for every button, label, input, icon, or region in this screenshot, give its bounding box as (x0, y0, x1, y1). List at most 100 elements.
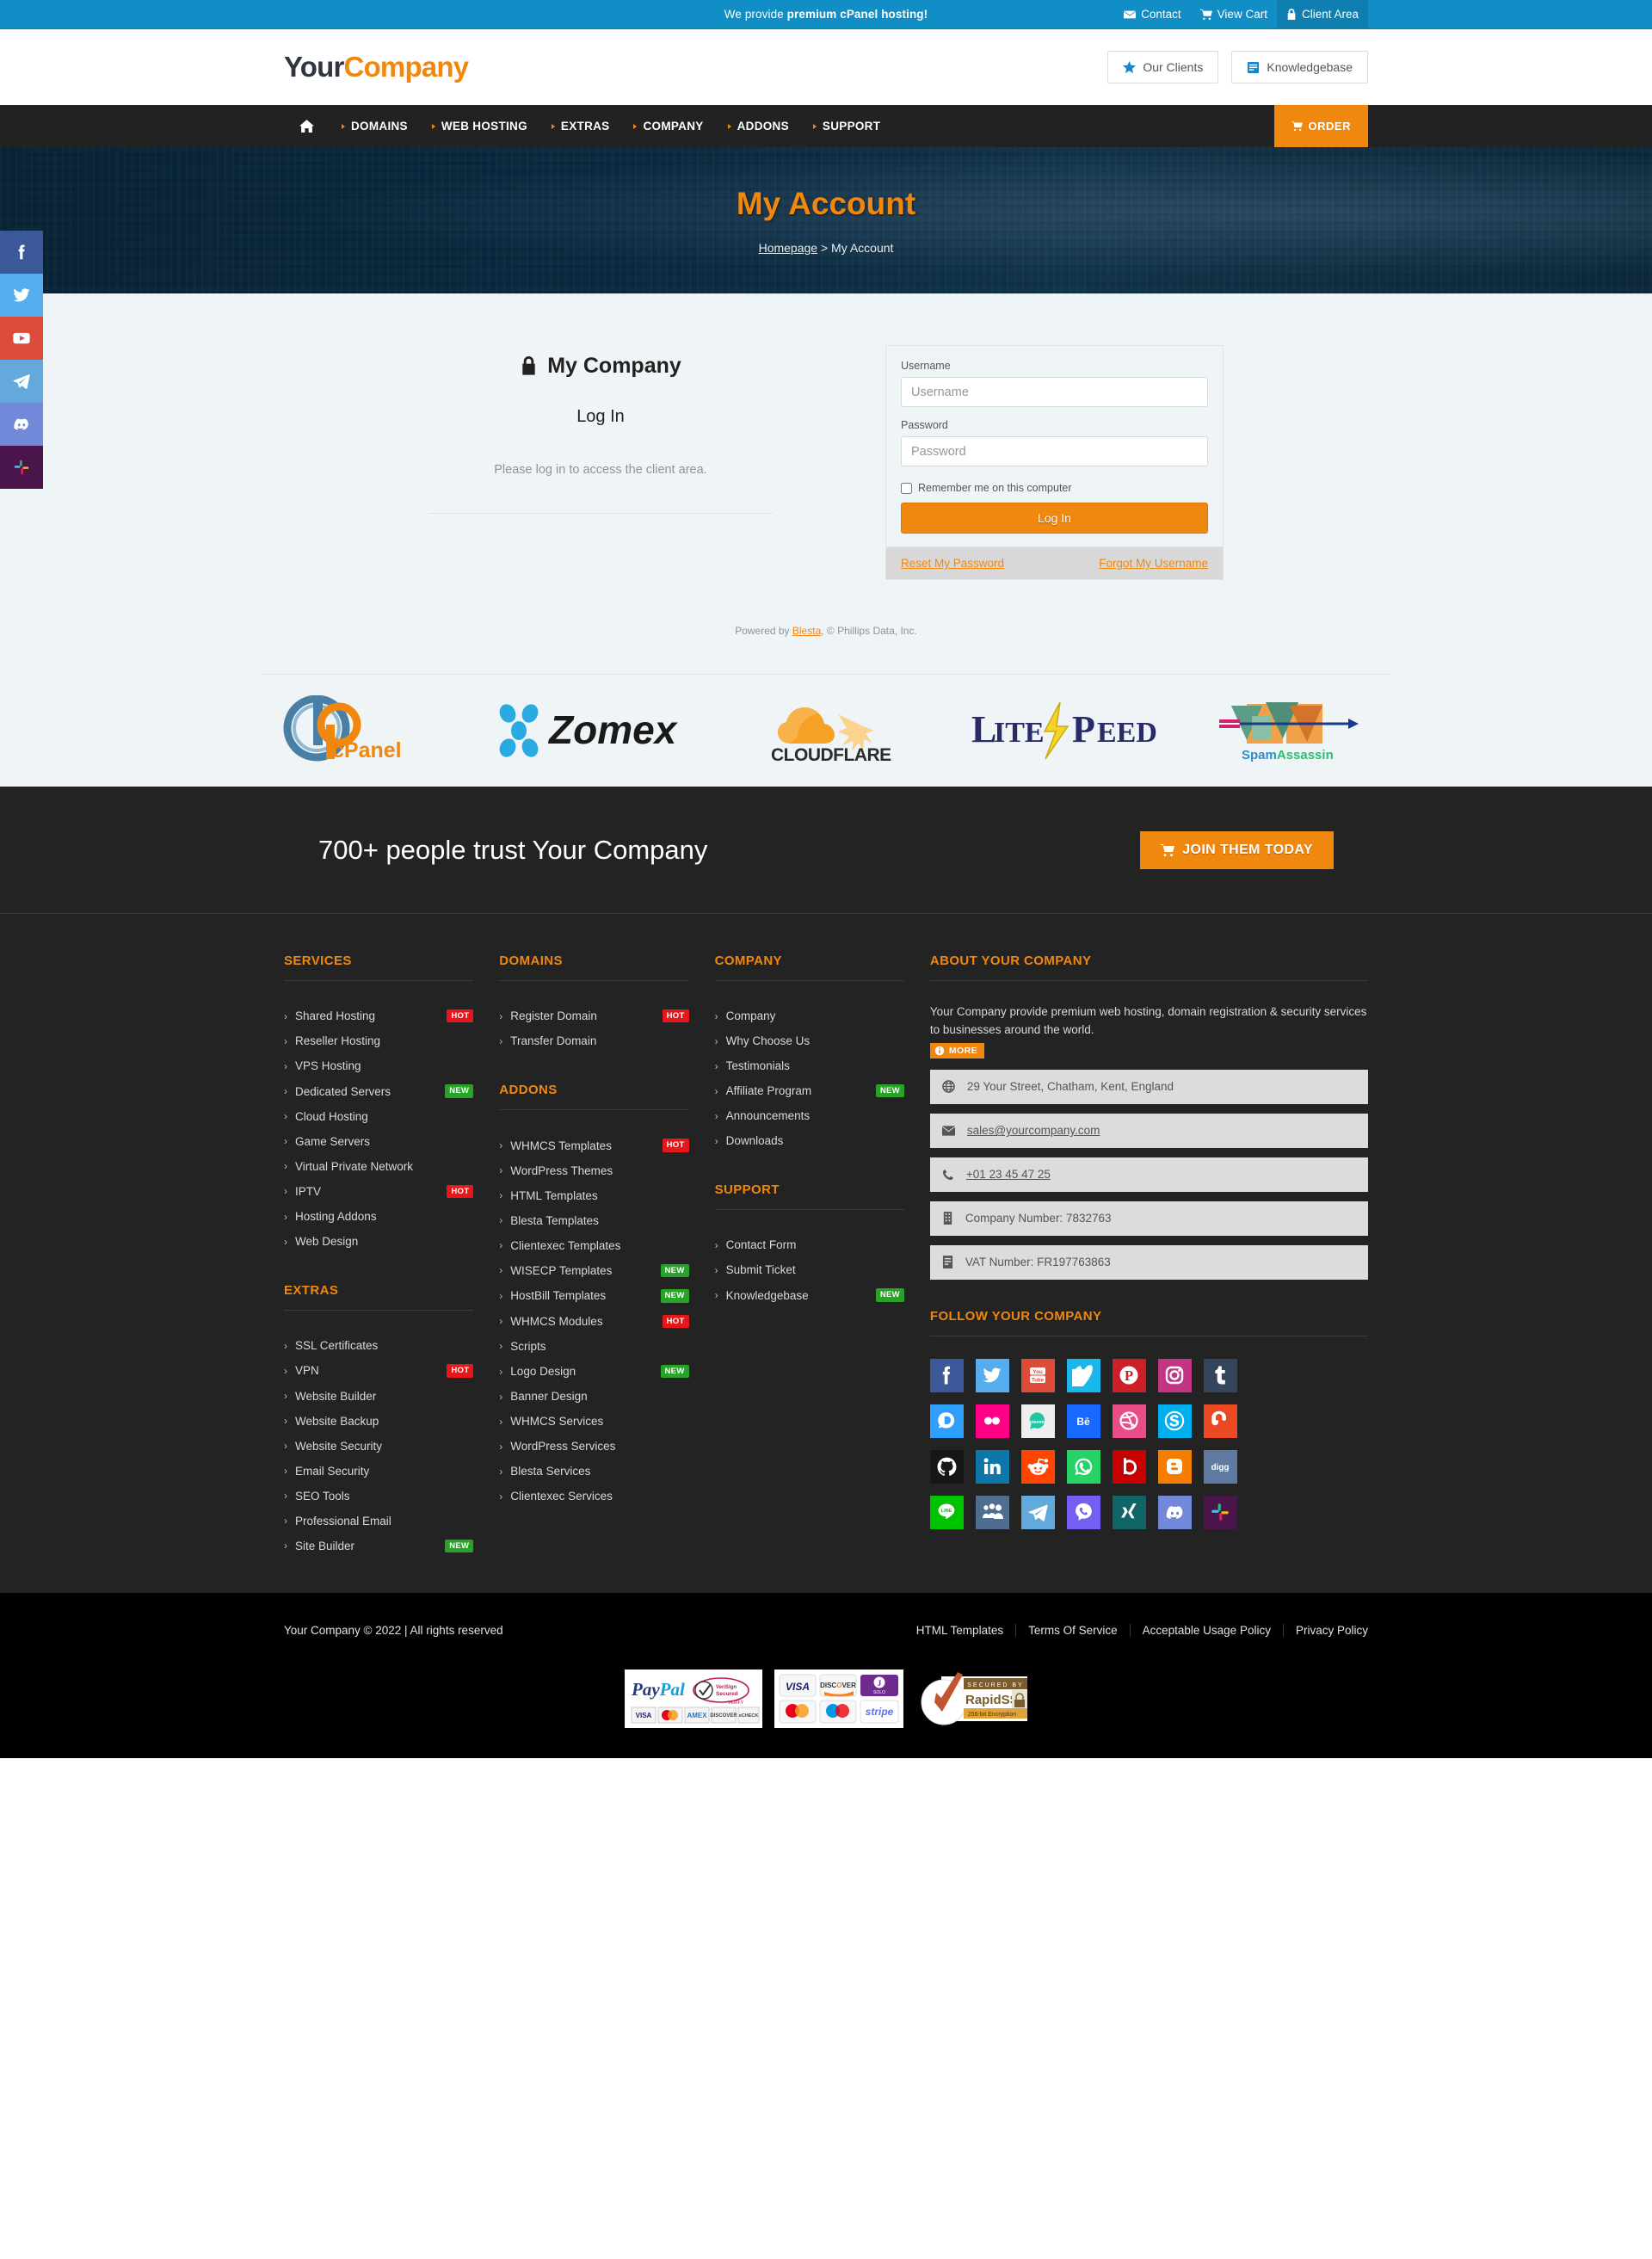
footer-link[interactable]: › Hosting Addons (284, 1204, 473, 1229)
footer-link[interactable]: › WISECP Templates NEW (499, 1258, 689, 1283)
rail-youtube-icon[interactable] (0, 317, 43, 360)
footer-link[interactable]: › WHMCS Modules HOT (499, 1309, 689, 1334)
password-input[interactable] (901, 436, 1208, 466)
rail-discord-icon[interactable] (0, 403, 43, 446)
footer-link[interactable]: › Website Backup (284, 1409, 473, 1434)
footer-link[interactable]: › Company (715, 1003, 904, 1028)
social-twitter-icon[interactable] (975, 1358, 1009, 1392)
footer-link[interactable]: › WordPress Themes (499, 1158, 688, 1183)
order-button[interactable]: ORDER (1273, 105, 1368, 147)
rail-facebook-icon[interactable] (0, 231, 43, 274)
footer-link[interactable]: › Affiliate Program NEW (715, 1078, 904, 1103)
social-blogger-icon[interactable] (1157, 1449, 1192, 1484)
join-them-today-button[interactable]: JOIN THEM TODAY (1140, 830, 1334, 869)
email-link[interactable]: sales@yourcompany.com (967, 1124, 1100, 1137)
footer-link[interactable]: › Professional Email (284, 1509, 473, 1534)
social-discord-icon[interactable] (1157, 1495, 1192, 1529)
footer-link[interactable]: › Logo Design NEW (499, 1359, 689, 1384)
social-pinterest-icon[interactable]: P (1112, 1358, 1146, 1392)
social-viber-icon[interactable] (1066, 1495, 1100, 1529)
footer-link[interactable]: › Contact Form (715, 1232, 904, 1257)
remember-me-label[interactable]: Remember me on this computer (918, 482, 1072, 494)
nav-item-domains[interactable]: DOMAINS (330, 105, 420, 147)
footer-link[interactable]: › SSL Certificates (284, 1333, 473, 1358)
nav-item-web-hosting[interactable]: WEB HOSTING (420, 105, 539, 147)
nav-home-link[interactable] (284, 105, 330, 147)
remember-me-checkbox[interactable] (901, 482, 912, 494)
social-steemit-icon[interactable]: steemit (1020, 1404, 1055, 1438)
footer-link[interactable]: › Knowledgebase NEW (715, 1282, 904, 1307)
brand-litespeed[interactable]: L ITE P EED (971, 701, 1161, 761)
more-button[interactable]: MORE (929, 1042, 984, 1059)
bottom-link-privacy-policy[interactable]: Privacy Policy (1282, 1623, 1368, 1637)
rail-slack-icon[interactable] (0, 446, 43, 489)
topbar-link-client-area[interactable]: Client Area (1276, 0, 1368, 29)
footer-link[interactable]: › Website Builder (284, 1384, 473, 1409)
footer-link[interactable]: › Blesta Templates (499, 1208, 688, 1233)
footer-link[interactable]: › Why Choose Us (715, 1028, 904, 1053)
brand-cpanel[interactable]: cPanel (279, 695, 451, 766)
login-submit-button[interactable]: Log In (901, 503, 1208, 534)
topbar-link-contact[interactable]: Contact (1114, 0, 1191, 29)
social-instagram-icon[interactable] (1157, 1358, 1192, 1392)
social-whatsapp-icon[interactable] (1066, 1449, 1100, 1484)
bottom-link-html-templates[interactable]: HTML Templates (904, 1624, 1015, 1637)
footer-link[interactable]: › Register Domain HOT (499, 1003, 689, 1028)
social-stumbleupon-icon[interactable] (1203, 1404, 1237, 1438)
social-dribbble-icon[interactable] (1112, 1404, 1146, 1438)
footer-link[interactable]: › Shared Hosting HOT (284, 1003, 474, 1028)
nav-item-extras[interactable]: EXTRAS (539, 105, 622, 147)
footer-link[interactable]: › Web Design (284, 1229, 473, 1254)
rail-telegram-icon[interactable] (0, 360, 43, 403)
social-bebo-icon[interactable] (1112, 1449, 1146, 1484)
footer-link[interactable]: › Scripts (499, 1334, 688, 1359)
social-xing-icon[interactable] (1112, 1495, 1146, 1529)
site-logo[interactable]: YourCompany (284, 51, 469, 83)
knowledgebase-button[interactable]: Knowledgebase (1231, 51, 1368, 83)
footer-link[interactable]: › Clientexec Templates (499, 1233, 688, 1258)
phone-link[interactable]: +01 23 45 47 25 (966, 1168, 1051, 1181)
topbar-link-view-cart[interactable]: View Cart (1191, 0, 1277, 29)
footer-link[interactable]: › Submit Ticket (715, 1257, 904, 1282)
social-skype-icon[interactable] (1157, 1404, 1192, 1438)
forgot-username-link[interactable]: Forgot My Username (1099, 557, 1208, 570)
footer-link[interactable]: › VPS Hosting (284, 1053, 473, 1078)
social-line-icon[interactable]: LINE (929, 1495, 964, 1529)
footer-link[interactable]: › HostBill Templates NEW (499, 1283, 689, 1308)
social-slack-icon[interactable] (1203, 1495, 1237, 1529)
blesta-link[interactable]: Blesta (792, 625, 821, 637)
footer-link[interactable]: › Testimonials (715, 1053, 904, 1078)
social-github-icon[interactable] (929, 1449, 964, 1484)
brand-cloudflare[interactable]: CLOUDFLARE (755, 695, 928, 766)
footer-link[interactable]: › WordPress Services (499, 1434, 688, 1459)
social-myspace-icon[interactable] (975, 1495, 1009, 1529)
username-input[interactable] (901, 377, 1208, 407)
nav-item-company[interactable]: COMPANY (621, 105, 715, 147)
footer-link[interactable]: › Email Security (284, 1459, 473, 1484)
footer-link[interactable]: › Website Security (284, 1434, 473, 1459)
social-disqus-icon[interactable] (929, 1404, 964, 1438)
nav-item-addons[interactable]: ADDONS (716, 105, 801, 147)
footer-link[interactable]: › HTML Templates (499, 1183, 688, 1208)
rail-twitter-icon[interactable] (0, 274, 43, 317)
footer-link[interactable]: › Transfer Domain (499, 1028, 688, 1053)
footer-link[interactable]: › Virtual Private Network (284, 1154, 473, 1179)
social-reddit-icon[interactable] (1020, 1449, 1055, 1484)
social-telegram-icon[interactable] (1020, 1495, 1055, 1529)
nav-item-support[interactable]: SUPPORT (801, 105, 892, 147)
brand-zomex[interactable]: Zomex (496, 703, 711, 758)
social-facebook-icon[interactable] (929, 1358, 964, 1392)
our-clients-button[interactable]: Our Clients (1107, 51, 1219, 83)
social-linkedin-icon[interactable] (975, 1449, 1009, 1484)
footer-link[interactable]: › Cloud Hosting (284, 1104, 473, 1129)
footer-link[interactable]: › IPTV HOT (284, 1179, 474, 1204)
footer-link[interactable]: › Site Builder NEW (284, 1534, 474, 1558)
breadcrumb-home-link[interactable]: Homepage (759, 241, 818, 255)
social-behance-icon[interactable]: Bē (1066, 1404, 1100, 1438)
social-digg-icon[interactable]: digg (1203, 1449, 1237, 1484)
footer-link[interactable]: › Banner Design (499, 1384, 688, 1409)
bottom-link-terms-of-service[interactable]: Terms Of Service (1015, 1623, 1130, 1637)
footer-link[interactable]: › SEO Tools (284, 1484, 473, 1509)
footer-link[interactable]: › VPN HOT (284, 1358, 474, 1383)
footer-link[interactable]: › WHMCS Templates HOT (499, 1133, 689, 1157)
